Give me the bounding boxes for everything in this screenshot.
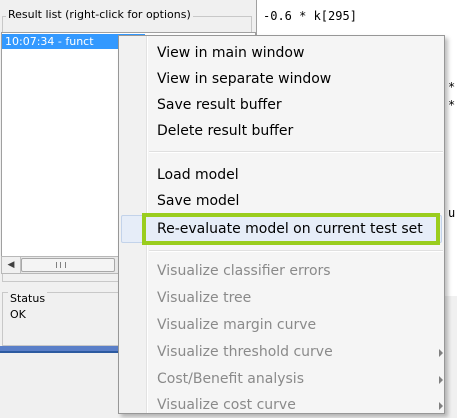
grip-icon	[56, 262, 66, 268]
menu-separator	[149, 250, 443, 252]
menu-item-cost-benefit-analysis[interactable]: Cost/Benefit analysis	[157, 366, 304, 392]
highlight-annotation-box	[142, 213, 440, 245]
menu-item-delete-result-buffer[interactable]: Delete result buffer	[157, 118, 293, 144]
menu-item-save-result-buffer[interactable]: Save result buffer	[157, 92, 282, 118]
result-list-legend: Result list (right-click for options)	[6, 8, 193, 21]
scrollbar-thumb[interactable]	[21, 258, 115, 272]
menu-item-save-model[interactable]: Save model	[157, 188, 239, 214]
submenu-arrow-icon	[439, 349, 443, 357]
menu-item-load-model[interactable]: Load model	[157, 162, 239, 188]
status-legend: Status	[8, 292, 48, 305]
output-text-fragment: *	[448, 80, 456, 94]
submenu-arrow-icon	[439, 376, 443, 384]
output-text-fragment: *	[448, 98, 456, 112]
menu-item-visualize-threshold-curve[interactable]: Visualize threshold curve	[157, 339, 333, 365]
menu-item-visualize-tree[interactable]: Visualize tree	[157, 285, 251, 311]
submenu-arrow-icon	[439, 402, 443, 410]
menu-item-visualize-classifier-errors[interactable]: Visualize classifier errors	[157, 258, 331, 284]
status-text: OK	[10, 308, 26, 321]
menu-item-view-main-window[interactable]: View in main window	[157, 40, 304, 66]
menu-separator	[149, 151, 443, 153]
menu-item-visualize-cost-curve[interactable]: Visualize cost curve	[157, 392, 296, 418]
output-text-line: -0.6 * k[295]	[263, 9, 357, 23]
menu-item-visualize-margin-curve[interactable]: Visualize margin curve	[157, 312, 316, 338]
output-text-fragment: u	[448, 206, 456, 220]
menu-item-view-separate-window[interactable]: View in separate window	[157, 66, 331, 92]
scroll-left-arrow-icon[interactable]: ◀	[2, 257, 21, 273]
